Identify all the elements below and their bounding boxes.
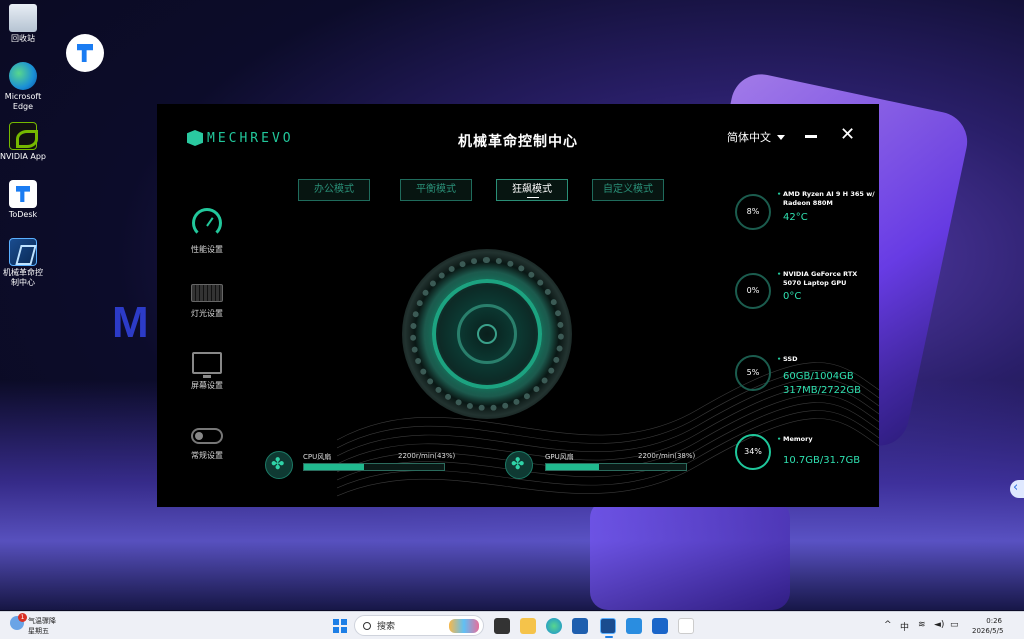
minimize-button[interactable] (805, 135, 817, 138)
tab-balanced-mode[interactable]: 平衡模式 (400, 179, 472, 201)
search-box[interactable]: 搜索 (354, 615, 484, 636)
monitor-icon (192, 352, 222, 378)
toggle-icon (191, 428, 223, 444)
mechrevo-icon (9, 238, 37, 266)
weather-text: 气温骤降 (28, 617, 56, 625)
chevron-down-icon (777, 134, 785, 140)
wifi-icon[interactable]: ≋ (918, 620, 926, 630)
search-placeholder: 搜索 (377, 622, 396, 632)
desktop-icon-nvidia-app[interactable]: NVIDIA App (0, 122, 46, 162)
gauge-icon (192, 208, 222, 238)
todesk-floating-icon[interactable] (66, 34, 104, 72)
ssd-capacity: 60GB/1004GB (783, 371, 854, 382)
weather-icon: 1 (10, 613, 27, 630)
cpu-temperature: 42°C (783, 212, 808, 223)
tab-office-mode[interactable]: 办公模式 (298, 179, 370, 201)
side-panel-handle[interactable] (1010, 480, 1024, 498)
keyboard-icon (191, 284, 223, 302)
sidebar-item-label: 常规设置 (191, 451, 223, 460)
gpu-fan-label: GPU风扇 (545, 453, 574, 461)
battery-icon[interactable]: ▭ (950, 620, 959, 630)
wallpaper-logo-text: M (112, 298, 151, 347)
ssd-name: SSD (777, 355, 875, 364)
chevron-up-icon[interactable]: ^ (884, 620, 892, 630)
gpu-fan-fill (546, 464, 600, 470)
sidebar-item-general[interactable]: 常规设置 (183, 428, 231, 461)
edge-icon (9, 62, 37, 90)
mechrevo-taskbar-icon[interactable] (600, 618, 616, 638)
cpu-fan-label: CPU风扇 (303, 453, 332, 461)
language-label: 简体中文 (727, 131, 771, 144)
ssd-usage-ring: 5% (735, 355, 771, 391)
volume-icon[interactable]: ◄) (934, 620, 944, 630)
taskbar: 1 气温骤降 星期五 搜索 ^ 中 ≋ ◄) ▭ 0:26 2026/5/5 (0, 611, 1024, 639)
memory-usage-ring: 34% (735, 434, 771, 470)
gpu-fan-rpm: 2200r/min(38%) (638, 452, 696, 460)
todesk-taskbar-icon[interactable] (678, 618, 694, 634)
desktop-icon-mechrevo[interactable]: 机械革命控制中心 (0, 238, 46, 288)
nvidia-icon (9, 122, 38, 150)
notification-badge: 1 (18, 613, 27, 622)
sidebar-item-label: 屏幕设置 (191, 381, 223, 390)
ssd-capacity-2: 317MB/2722GB (783, 385, 862, 396)
time-text: 0:26 (986, 617, 1002, 625)
recycle-bin-icon (9, 4, 37, 32)
cpu-fan-fill (304, 464, 365, 470)
gpu-name: NVIDIA GeForce RTX 5070 Laptop GPU (777, 270, 875, 288)
desktop-icon-recycle-bin[interactable]: 回收站 (0, 4, 46, 44)
weather-widget[interactable]: 1 气温骤降 星期五 (10, 613, 56, 636)
control-center-window: MECHREVO 机械革命控制中心 简体中文 ✕ 办公模式 平衡模式 狂飙模式 … (157, 104, 879, 507)
desktop-icon-label: NVIDIA App (0, 152, 46, 161)
gpu-fan-bar (545, 463, 687, 471)
outlook-icon[interactable] (652, 618, 668, 634)
search-highlight-image (449, 618, 479, 633)
edge-icon[interactable] (546, 618, 562, 634)
fan-icon (265, 451, 293, 479)
ime-indicator[interactable]: 中 (900, 620, 909, 633)
cpu-fan-rpm: 2200r/min(43%) (398, 452, 456, 460)
sidebar-item-lighting[interactable]: 灯光设置 (183, 284, 231, 319)
gpu-temperature: 0°C (783, 291, 802, 302)
fan-icon (505, 451, 533, 479)
todesk-icon (9, 180, 37, 208)
sidebar-item-performance[interactable]: 性能设置 (183, 208, 231, 255)
sidebar-item-label: 灯光设置 (191, 309, 223, 318)
store-icon[interactable] (572, 618, 588, 634)
memory-name: Memory (777, 435, 875, 444)
task-view-icon[interactable] (494, 618, 510, 634)
search-icon (363, 621, 371, 630)
desktop-icon-label: ToDesk (8, 210, 38, 219)
desktop-icon-todesk[interactable]: ToDesk (0, 180, 46, 220)
close-button[interactable]: ✕ (840, 126, 855, 144)
desktop-icon-label: 机械革命控制中心 (3, 268, 43, 287)
gpu-usage-ring: 0% (735, 273, 771, 309)
file-explorer-icon[interactable] (520, 618, 536, 634)
memory-usage: 10.7GB/31.7GB (783, 455, 861, 466)
clock[interactable]: 0:26 2026/5/5 (972, 616, 1004, 636)
cpu-name: AMD Ryzen AI 9 H 365 w/ Radeon 880M (777, 190, 875, 208)
performance-core-graphic (402, 249, 572, 419)
desktop-icon-label: 回收站 (11, 34, 35, 43)
cpu-usage-ring: 8% (735, 194, 771, 230)
language-selector[interactable]: 简体中文 (727, 129, 785, 145)
desktop-icon-label: Microsoft Edge (4, 92, 42, 111)
desktop-icon-edge[interactable]: Microsoft Edge (0, 62, 46, 112)
tab-custom-mode[interactable]: 自定义模式 (592, 179, 664, 201)
cpu-fan-bar (303, 463, 445, 471)
weekday-text: 星期五 (28, 627, 49, 635)
sidebar-item-label: 性能设置 (191, 245, 223, 254)
tab-turbo-mode[interactable]: 狂飙模式 (496, 179, 568, 201)
start-button[interactable] (333, 619, 347, 633)
wallpaper-shape (590, 500, 790, 610)
sidebar-item-screen[interactable]: 屏幕设置 (183, 352, 231, 391)
app-icon[interactable] (626, 618, 642, 634)
date-text: 2026/5/5 (972, 627, 1004, 635)
